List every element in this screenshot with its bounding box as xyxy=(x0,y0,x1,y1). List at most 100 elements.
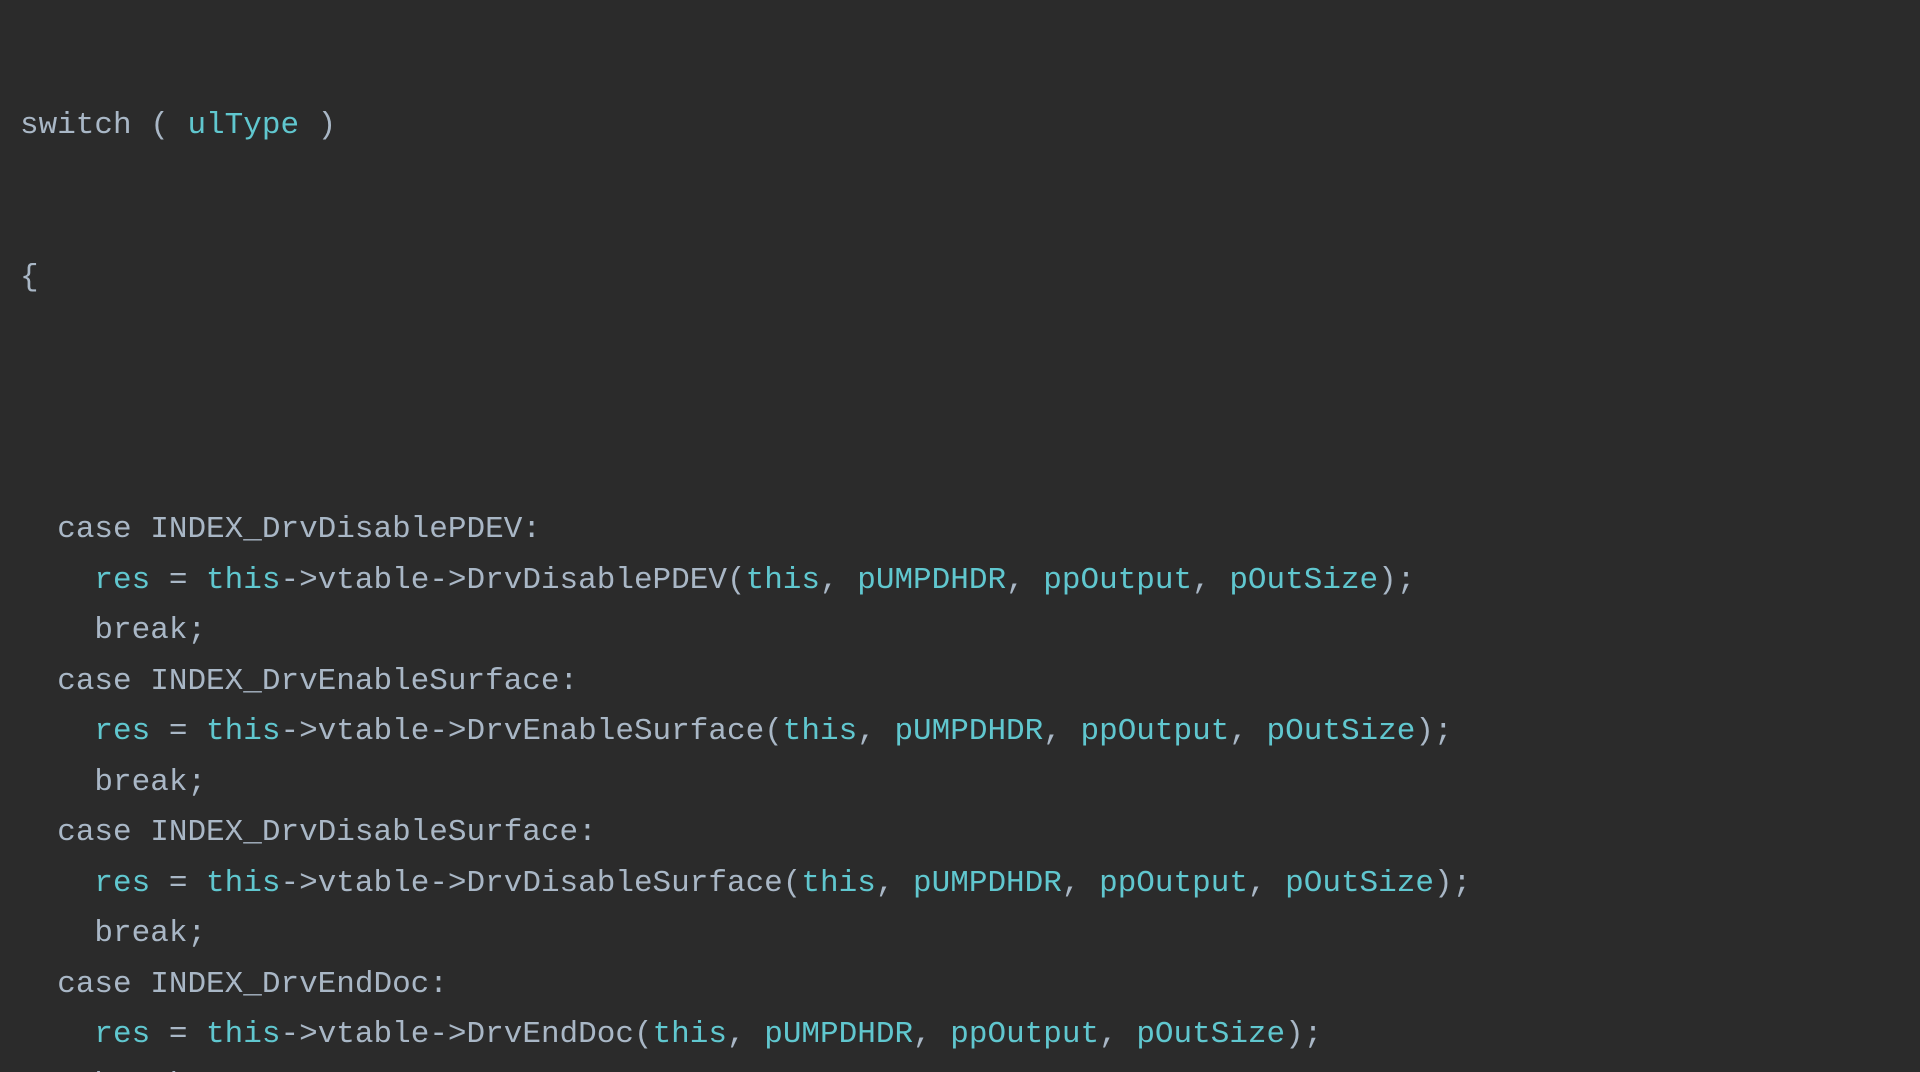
code-line[interactable]: case INDEX_DrvDisableSurface: xyxy=(0,808,1920,859)
method-name: DrvEnableSurface xyxy=(467,714,765,749)
identifier-ultype: ulType xyxy=(169,108,318,143)
identifier-vtable: vtable xyxy=(318,1017,430,1052)
operator-assign: = xyxy=(150,563,206,598)
code-line[interactable]: case INDEX_DrvDisablePDEV: xyxy=(0,505,1920,556)
arg-pumpdhdr: pUMPDHDR xyxy=(894,714,1043,749)
operator-assign: = xyxy=(150,866,206,901)
identifier-this: this xyxy=(206,1017,280,1052)
comma: , xyxy=(727,1017,764,1052)
code-line[interactable]: res = this->vtable->DrvDisablePDEV(this,… xyxy=(0,556,1920,607)
semicolon: ; xyxy=(187,613,206,648)
operator-arrow: -> xyxy=(280,866,317,901)
comma: , xyxy=(1043,714,1080,749)
paren-close: ); xyxy=(1415,714,1452,749)
paren-open: ( xyxy=(764,714,783,749)
code-line[interactable]: res = this->vtable->DrvEnableSurface(thi… xyxy=(0,707,1920,758)
arg-pumpdhdr: pUMPDHDR xyxy=(764,1017,913,1052)
code-line[interactable]: break; xyxy=(0,758,1920,809)
method-name: DrvDisablePDEV xyxy=(467,563,727,598)
colon: : xyxy=(560,664,579,699)
comma: , xyxy=(1006,563,1043,598)
keyword-break: break xyxy=(94,1068,187,1072)
paren-close: ); xyxy=(1285,1017,1322,1052)
code-line[interactable]: switch ( ulType ) xyxy=(0,101,1920,152)
paren-close: ); xyxy=(1434,866,1471,901)
keyword-case: case xyxy=(57,512,131,547)
comma: , xyxy=(1192,563,1229,598)
arg-poutsize: pOutSize xyxy=(1267,714,1416,749)
identifier-res: res xyxy=(94,866,150,901)
index-constant: INDEX_DrvDisablePDEV xyxy=(132,512,523,547)
index-constant: INDEX_DrvEndDoc xyxy=(132,967,430,1002)
colon: : xyxy=(578,815,597,850)
keyword-break: break xyxy=(94,916,187,951)
code-line[interactable]: break; xyxy=(0,1061,1920,1072)
arg-poutsize: pOutSize xyxy=(1285,866,1434,901)
code-line[interactable]: case INDEX_DrvEnableSurface: xyxy=(0,657,1920,708)
identifier-vtable: vtable xyxy=(318,714,430,749)
arg-this: this xyxy=(783,714,857,749)
identifier-vtable: vtable xyxy=(318,866,430,901)
semicolon: ; xyxy=(187,916,206,951)
identifier-this: this xyxy=(206,714,280,749)
identifier-res: res xyxy=(94,563,150,598)
keyword-break: break xyxy=(94,765,187,800)
keyword-break: break xyxy=(94,613,187,648)
comma: , xyxy=(876,866,913,901)
paren-open: ( xyxy=(783,866,802,901)
code-line[interactable]: res = this->vtable->DrvEndDoc(this, pUMP… xyxy=(0,1010,1920,1061)
semicolon: ; xyxy=(187,1068,206,1072)
code-line[interactable]: case INDEX_DrvEndDoc: xyxy=(0,960,1920,1011)
semicolon: ; xyxy=(187,765,206,800)
operator-arrow: -> xyxy=(429,1017,466,1052)
colon: : xyxy=(522,512,541,547)
operator-assign: = xyxy=(150,1017,206,1052)
brace-open: { xyxy=(20,260,39,295)
comma: , xyxy=(857,714,894,749)
arg-poutsize: pOutSize xyxy=(1136,1017,1285,1052)
code-editor[interactable]: switch ( ulType ) { case INDEX_DrvDisabl… xyxy=(0,0,1920,1072)
code-line[interactable]: break; xyxy=(0,606,1920,657)
comma: , xyxy=(1062,866,1099,901)
keyword-switch: switch xyxy=(20,108,132,143)
arg-pumpdhdr: pUMPDHDR xyxy=(913,866,1062,901)
paren-open: ( xyxy=(132,108,169,143)
arg-ppoutput: ppOutput xyxy=(950,1017,1099,1052)
paren-close: ); xyxy=(1378,563,1415,598)
colon: : xyxy=(429,967,448,1002)
method-name: DrvDisableSurface xyxy=(467,866,783,901)
operator-arrow: -> xyxy=(280,563,317,598)
keyword-case: case xyxy=(57,815,131,850)
operator-arrow: -> xyxy=(280,1017,317,1052)
arg-ppoutput: ppOutput xyxy=(1080,714,1229,749)
code-line[interactable]: res = this->vtable->DrvDisableSurface(th… xyxy=(0,859,1920,910)
comma: , xyxy=(1099,1017,1136,1052)
comma: , xyxy=(913,1017,950,1052)
code-line[interactable]: break; xyxy=(0,909,1920,960)
paren-open: ( xyxy=(634,1017,653,1052)
operator-arrow: -> xyxy=(429,563,466,598)
index-constant: INDEX_DrvDisableSurface xyxy=(132,815,578,850)
comma: , xyxy=(820,563,857,598)
index-constant: INDEX_DrvEnableSurface xyxy=(132,664,560,699)
identifier-res: res xyxy=(94,714,150,749)
method-name: DrvEndDoc xyxy=(467,1017,634,1052)
operator-arrow: -> xyxy=(429,866,466,901)
comma: , xyxy=(1248,866,1285,901)
arg-poutsize: pOutSize xyxy=(1229,563,1378,598)
identifier-vtable: vtable xyxy=(318,563,430,598)
arg-ppoutput: ppOutput xyxy=(1043,563,1192,598)
keyword-case: case xyxy=(57,664,131,699)
identifier-this: this xyxy=(206,563,280,598)
arg-this: this xyxy=(653,1017,727,1052)
comma: , xyxy=(1229,714,1266,749)
code-line[interactable]: { xyxy=(0,253,1920,304)
identifier-this: this xyxy=(206,866,280,901)
paren-close: ) xyxy=(318,108,337,143)
arg-pumpdhdr: pUMPDHDR xyxy=(857,563,1006,598)
keyword-case: case xyxy=(57,967,131,1002)
arg-ppoutput: ppOutput xyxy=(1099,866,1248,901)
arg-this: this xyxy=(746,563,820,598)
operator-arrow: -> xyxy=(280,714,317,749)
paren-open: ( xyxy=(727,563,746,598)
